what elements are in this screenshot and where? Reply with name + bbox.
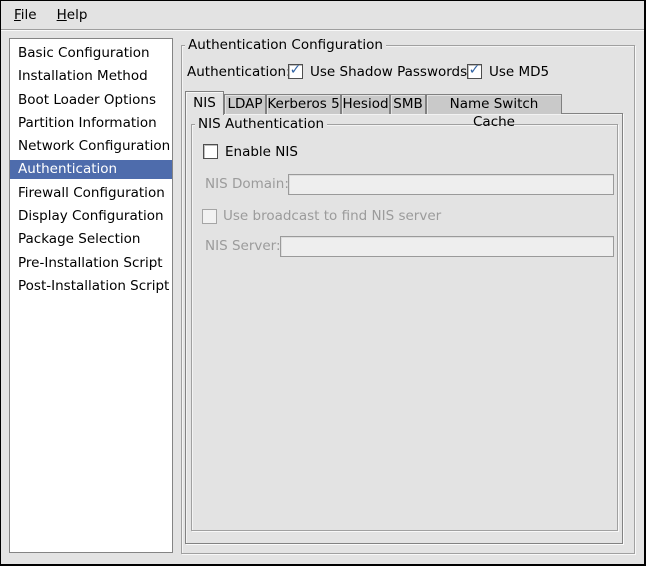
- authentication-configuration-frame: Authentication Configuration Authenticat…: [181, 45, 635, 554]
- tab-kerberos-5[interactable]: Kerberos 5: [266, 94, 341, 114]
- tab-hesiod[interactable]: Hesiod: [341, 94, 390, 114]
- section-list: Basic Configuration Installation Method …: [9, 38, 173, 553]
- kickstart-configurator-window: File Help Basic Configuration Installati…: [0, 0, 646, 566]
- sidebar-item-firewall-configuration[interactable]: Firewall Configuration: [10, 182, 172, 205]
- menu-help[interactable]: Help: [47, 3, 98, 27]
- tab-nis[interactable]: NIS: [185, 91, 224, 115]
- authentication-label: Authentication:: [187, 64, 291, 80]
- sidebar-item-boot-loader-options[interactable]: Boot Loader Options: [10, 89, 172, 112]
- tab-smb[interactable]: SMB: [390, 94, 426, 114]
- sidebar-item-authentication[interactable]: Authentication: [10, 158, 172, 181]
- sidebar-item-installation-method[interactable]: Installation Method: [10, 65, 172, 88]
- auth-method-tabs: NIS LDAP Kerberos 5 Hesiod SMB Name Swit…: [185, 90, 562, 114]
- sidebar-item-pre-installation-script[interactable]: Pre-Installation Script: [10, 252, 172, 275]
- use-shadow-passwords-checkbox[interactable]: ✓: [288, 64, 303, 79]
- checkmark-icon: ✓: [469, 64, 481, 77]
- tab-ldap[interactable]: LDAP: [224, 94, 266, 114]
- use-md5-checkbox[interactable]: ✓: [467, 64, 482, 79]
- frame-title: Authentication Configuration: [185, 37, 386, 53]
- nis-tab-page: [185, 113, 623, 544]
- sidebar-item-package-selection[interactable]: Package Selection: [10, 228, 172, 251]
- menu-bar: File Help: [1, 1, 644, 30]
- tab-name-switch-cache[interactable]: Name Switch Cache: [426, 94, 562, 114]
- sidebar-item-network-configuration[interactable]: Network Configuration: [10, 135, 172, 158]
- sidebar-item-basic-configuration[interactable]: Basic Configuration: [10, 42, 172, 65]
- checkmark-icon: ✓: [290, 64, 302, 77]
- sidebar-item-display-configuration[interactable]: Display Configuration: [10, 205, 172, 228]
- sidebar-item-post-installation-script[interactable]: Post-Installation Script: [10, 275, 172, 298]
- use-shadow-passwords-label[interactable]: Use Shadow Passwords: [310, 64, 467, 80]
- use-md5-label[interactable]: Use MD5: [489, 64, 549, 80]
- menu-file[interactable]: File: [4, 3, 47, 27]
- sidebar-item-partition-information[interactable]: Partition Information: [10, 112, 172, 135]
